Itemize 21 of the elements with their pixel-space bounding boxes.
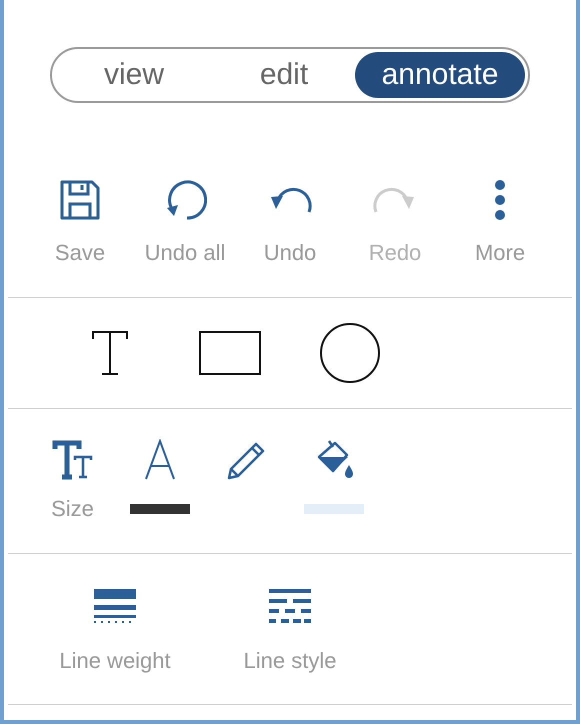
text-icon <box>90 329 130 377</box>
rectangle-icon <box>199 331 261 375</box>
line-weight-button[interactable]: Line weight <box>28 586 202 674</box>
text-size-icon <box>52 440 94 480</box>
more-button[interactable]: More <box>448 178 552 266</box>
more-icon <box>494 179 506 221</box>
undo-button[interactable]: Undo <box>238 178 342 266</box>
mode-tab[interactable]: edit <box>213 52 355 98</box>
line-style-icon <box>269 589 311 623</box>
save-icon <box>58 178 102 222</box>
line-weight-icon <box>94 589 136 623</box>
text-size-button[interactable]: Size <box>29 438 116 522</box>
mode-tab[interactable]: view <box>55 52 213 98</box>
save-button[interactable]: Save <box>28 178 132 266</box>
circle-icon <box>319 322 381 384</box>
circular-arrow-button[interactable]: Undo all <box>132 178 238 266</box>
mode-tab[interactable]: annotate <box>355 52 525 98</box>
redo-icon <box>373 185 417 215</box>
letter-a-icon <box>144 439 176 481</box>
line-style-button[interactable]: Line style <box>202 586 378 674</box>
undo-icon <box>268 185 312 215</box>
